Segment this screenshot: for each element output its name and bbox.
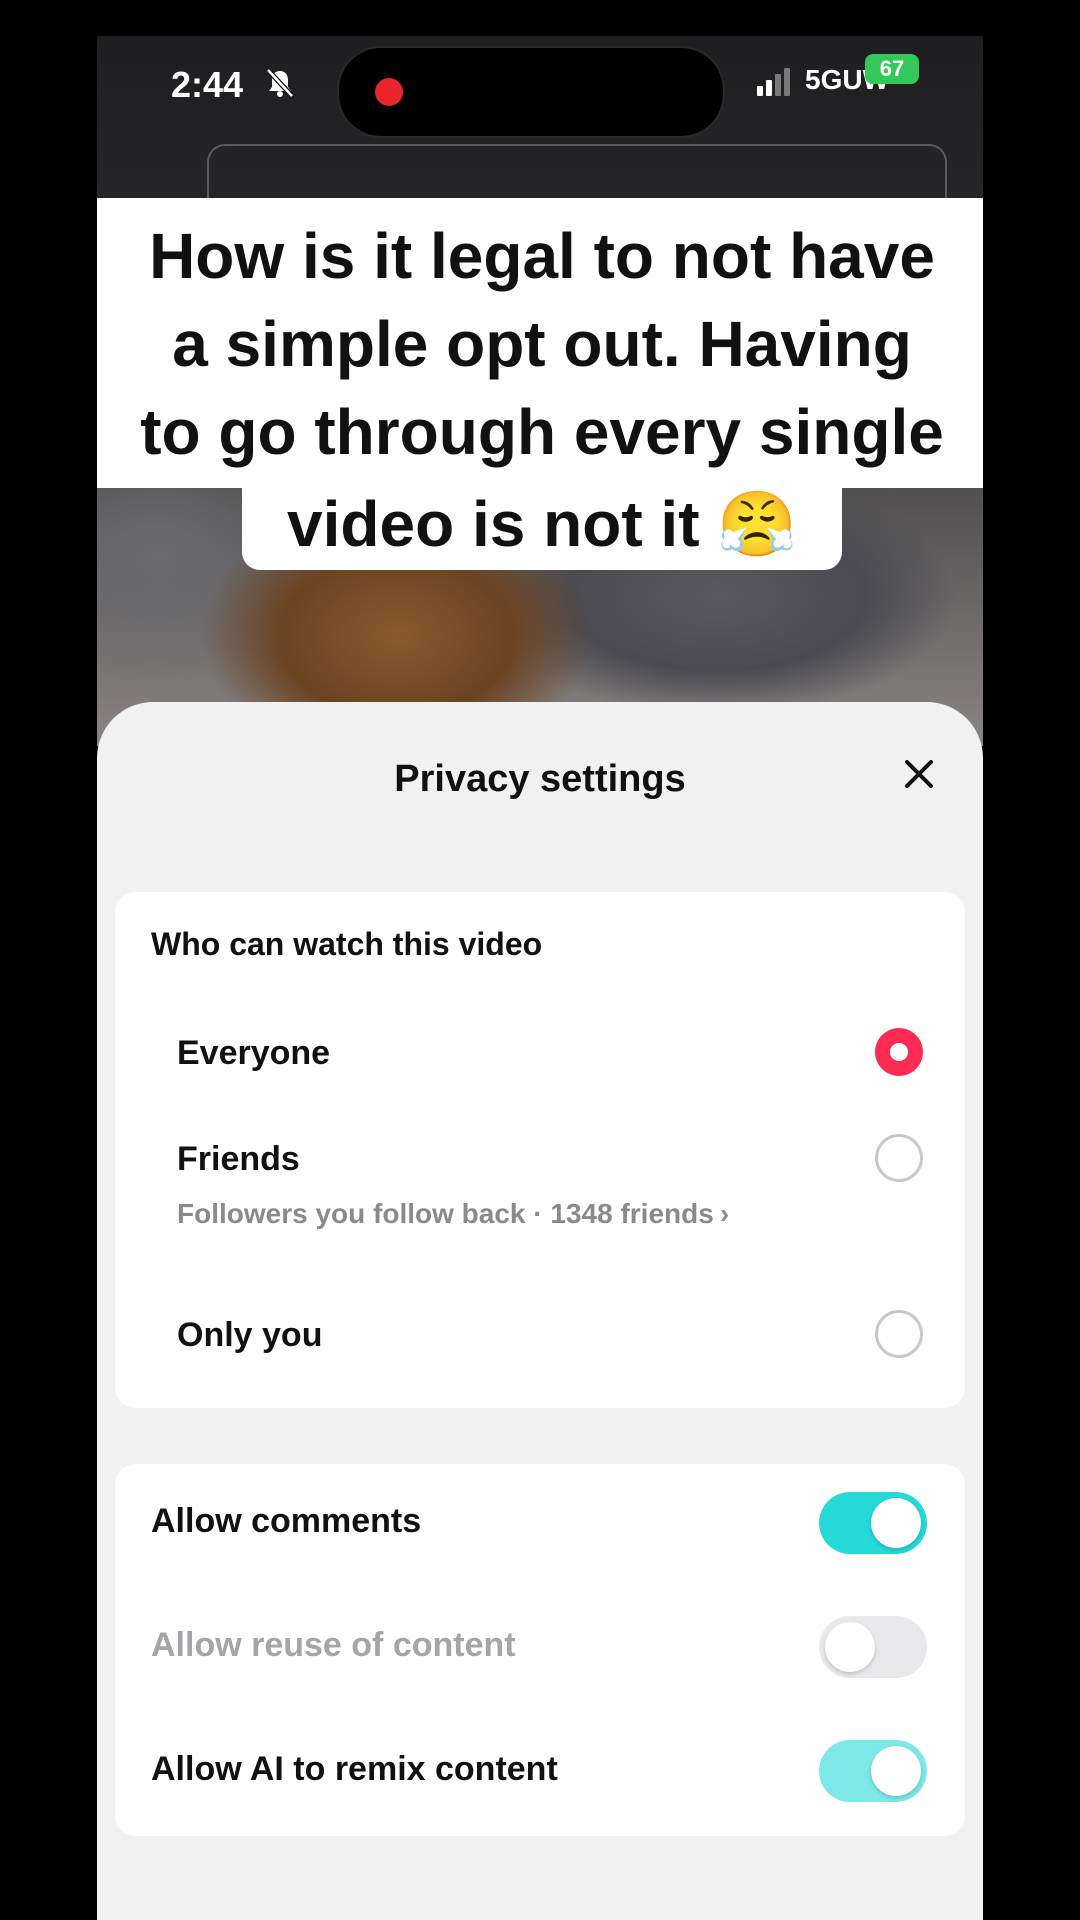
friends-subtitle-link[interactable]: Followers you follow back · 1348 friends… (177, 1198, 729, 1230)
status-bar: 2:44 5GUW 67 (97, 36, 983, 138)
caption-box: How is it legal to not have a simple opt… (97, 198, 983, 488)
radio-unselected-icon[interactable] (875, 1310, 923, 1358)
battery-icon: 67 (865, 54, 919, 84)
recording-indicator-icon (375, 78, 403, 106)
radio-selected-icon[interactable] (875, 1028, 923, 1076)
option-sub-text: Followers you follow back · 1348 friends (177, 1198, 714, 1229)
battery-level: 67 (879, 56, 905, 81)
caption-line: to go through every single (140, 396, 944, 468)
phone-screen: 2:44 5GUW 67 How is it legal to not have… (97, 36, 983, 1920)
privacy-settings-sheet: Privacy settings Who can watch this vide… (97, 702, 983, 1920)
caption-line: a simple opt out. Having (172, 308, 912, 380)
allow-comments-toggle[interactable] (819, 1492, 927, 1554)
toggle-knob (825, 1622, 875, 1672)
bell-muted-icon (266, 68, 294, 98)
who-can-watch-card: Who can watch this video Everyone Friend… (115, 892, 965, 1408)
signal-bars-icon (757, 68, 790, 96)
section-title: Who can watch this video (151, 926, 543, 962)
chevron-right-icon: › (719, 1198, 730, 1229)
option-label: Everyone (177, 1034, 331, 1072)
video-caption: How is it legal to not have a simple opt… (97, 198, 983, 570)
permission-label: Allow AI to remix content (151, 1750, 558, 1788)
permission-label: Allow reuse of content (151, 1626, 516, 1664)
sheet-title: Privacy settings (394, 758, 686, 800)
radio-unselected-icon[interactable] (875, 1134, 923, 1182)
permission-label: Allow comments (151, 1502, 422, 1540)
option-label: Friends (177, 1140, 300, 1178)
permissions-card: Allow comments Allow reuse of content Al… (115, 1464, 965, 1836)
caption-line: How is it legal to not have (149, 220, 935, 292)
status-time: 2:44 (171, 64, 244, 105)
option-label: Only you (177, 1316, 323, 1354)
close-icon[interactable] (897, 752, 941, 796)
dynamic-island (337, 46, 725, 138)
toggle-knob (871, 1746, 921, 1796)
toggle-knob (871, 1498, 921, 1548)
video-overlay-frame (207, 144, 947, 206)
caption-line: video is not it 😤 (287, 488, 797, 560)
allow-reuse-toggle (819, 1616, 927, 1678)
allow-ai-remix-toggle[interactable] (819, 1740, 927, 1802)
